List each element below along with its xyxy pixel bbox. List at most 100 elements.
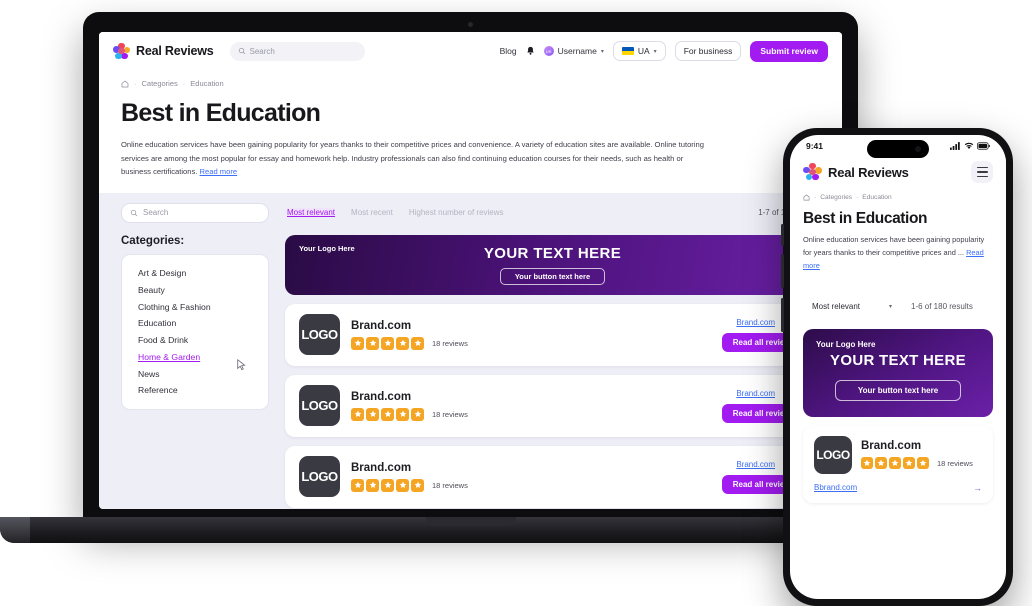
- sort-tab-most-relevant[interactable]: Most relevant: [287, 208, 336, 218]
- breadcrumb-item-education[interactable]: Education: [190, 79, 223, 88]
- promo-banner[interactable]: Your Logo Here YOUR TEXT HERE Your butto…: [285, 234, 820, 295]
- submit-review-label: Submit review: [760, 46, 818, 56]
- promo-banner-button[interactable]: Your button text here: [834, 380, 962, 402]
- table-row[interactable]: LOGO Brand.com 18 reviews Brand.com Read…: [285, 303, 820, 366]
- for-business-label: For business: [683, 46, 733, 56]
- promo-banner-button[interactable]: Your button text here: [499, 267, 606, 285]
- header-search-input[interactable]: Search: [229, 41, 365, 61]
- promo-banner-headline: YOUR TEXT HERE: [483, 244, 622, 262]
- brand-info: Brand.com 18 reviews: [351, 320, 468, 350]
- breadcrumb-separator: ·: [856, 194, 859, 201]
- rating-stars: 18 reviews: [351, 336, 468, 350]
- brand-website-link[interactable]: Brand.com: [736, 460, 775, 469]
- phone-mockup: 9:41 Real Reviews · Categories · Educati…: [781, 128, 1013, 606]
- breadcrumb-item-categories[interactable]: Categories: [820, 194, 852, 201]
- phone-volume-up-button[interactable]: [781, 224, 784, 246]
- desktop-body: Categories: Art & Design Beauty Clothing…: [99, 223, 842, 508]
- header-search-placeholder: Search: [249, 46, 275, 56]
- brand-name-label: Brand.com: [351, 319, 412, 332]
- for-business-button[interactable]: For business: [674, 41, 742, 61]
- star-icon: [903, 457, 915, 470]
- phone-volume-down-button[interactable]: [781, 254, 784, 288]
- breadcrumb: · Categories · Education: [790, 187, 1006, 201]
- promo-banner-logo-text: Your Logo Here: [299, 243, 355, 253]
- category-item-beauty[interactable]: Beauty: [122, 281, 268, 298]
- header-actions: Blog UR Username ▾ UA ▾ For business Sub…: [500, 40, 828, 62]
- home-icon[interactable]: [121, 80, 129, 88]
- category-item-art-design[interactable]: Art & Design: [122, 265, 268, 282]
- review-count: 18 reviews: [937, 458, 973, 468]
- star-icon: [396, 336, 409, 350]
- chevron-down-icon: ▾: [600, 48, 604, 55]
- arrow-right-icon[interactable]: →: [973, 483, 982, 493]
- list-item[interactable]: LOGO Brand.com 18 reviews Bbrand.com →: [803, 425, 993, 503]
- brand-logo-tile: LOGO: [299, 456, 340, 498]
- brand-info: Brand.com 18 reviews: [351, 391, 468, 421]
- page-title: Best in Education: [790, 201, 1006, 228]
- breadcrumb-item-education[interactable]: Education: [862, 194, 891, 201]
- promo-banner-logo-text: Your Logo Here: [816, 339, 876, 349]
- brand-logo-tile: LOGO: [299, 314, 340, 356]
- user-menu[interactable]: UR Username ▾: [543, 46, 604, 56]
- brand-website-link[interactable]: Brand.com: [736, 389, 775, 398]
- brand-logo[interactable]: Real Reviews: [803, 162, 909, 182]
- table-row[interactable]: LOGO Brand.com 18 reviews Brand.com Read…: [285, 445, 820, 508]
- desktop-page: Real Reviews Search Blog UR Username ▾ U…: [99, 32, 842, 509]
- breadcrumb-item-categories[interactable]: Categories: [142, 79, 178, 88]
- device-mockup-scene: Real Reviews Search Blog UR Username ▾ U…: [0, 0, 1032, 606]
- sort-select[interactable]: Most relevant ▾: [803, 295, 901, 318]
- language-selector[interactable]: UA ▾: [612, 41, 666, 61]
- hamburger-menu-icon[interactable]: [971, 161, 993, 183]
- category-item-home-garden[interactable]: Home & Garden: [122, 348, 268, 371]
- table-row[interactable]: LOGO Brand.com 18 reviews Brand.com Read…: [285, 374, 820, 437]
- sort-tab-highest-reviews[interactable]: Highest number of reviews: [409, 208, 504, 217]
- phone-silent-switch[interactable]: [781, 298, 784, 332]
- home-icon[interactable]: [803, 194, 810, 201]
- review-count: 18 reviews: [432, 338, 468, 348]
- breadcrumb: · Categories · Education: [121, 79, 820, 88]
- desktop-main-column: Your Logo Here YOUR TEXT HERE Your butto…: [285, 234, 820, 508]
- search-icon: [130, 209, 138, 216]
- star-icon: [861, 457, 873, 470]
- promo-banner-headline: YOUR TEXT HERE: [830, 352, 966, 370]
- username-label: Username: [557, 46, 597, 56]
- brand-website-link[interactable]: Bbrand.com: [814, 483, 857, 492]
- category-item-home-garden-label: Home & Garden: [138, 351, 201, 362]
- filter-bar: Most relevant ▾ 1-6 of 180 results: [790, 285, 1006, 318]
- avatar: UR: [543, 46, 554, 56]
- star-icon: [381, 478, 394, 492]
- laptop-base-notch: [425, 517, 516, 526]
- star-icon: [875, 457, 887, 470]
- category-item-clothing-fashion[interactable]: Clothing & Fashion: [122, 298, 268, 315]
- breadcrumb-separator: ·: [134, 79, 137, 88]
- star-icon: [917, 457, 929, 470]
- promo-banner[interactable]: Your Logo Here YOUR TEXT HERE Your butto…: [803, 328, 993, 417]
- star-icon: [351, 336, 364, 350]
- nav-blog-link[interactable]: Blog: [500, 46, 517, 56]
- read-more-link[interactable]: Read more: [200, 167, 238, 176]
- brand-website-link[interactable]: Brand.com: [736, 318, 775, 327]
- filter-search-input[interactable]: Search: [121, 202, 269, 223]
- category-item-education[interactable]: Education: [122, 315, 268, 332]
- bell-icon[interactable]: [526, 46, 535, 56]
- star-icon: [889, 457, 901, 470]
- battery-icon: [977, 142, 990, 150]
- star-icon: [396, 478, 409, 492]
- desktop-header: Real Reviews Search Blog UR Username ▾ U…: [99, 32, 842, 70]
- filter-search-placeholder: Search: [143, 208, 169, 218]
- filter-bar: Search Most relevant Most recent Highest…: [99, 193, 842, 223]
- webcam-icon: [468, 22, 473, 27]
- category-item-news[interactable]: News: [122, 365, 268, 382]
- submit-review-button[interactable]: Submit review: [750, 40, 828, 62]
- star-icon: [366, 407, 379, 421]
- sort-tab-most-recent[interactable]: Most recent: [351, 208, 393, 217]
- brand-logo[interactable]: Real Reviews: [113, 42, 214, 60]
- category-item-food-drink[interactable]: Food & Drink: [122, 332, 268, 349]
- rating-stars: 18 reviews: [861, 457, 973, 470]
- star-icon: [366, 336, 379, 350]
- dynamic-island: [867, 140, 929, 158]
- phone-header: Real Reviews: [790, 157, 1006, 187]
- laptop-foot: [0, 517, 30, 543]
- star-icon: [396, 407, 409, 421]
- category-item-reference[interactable]: Reference: [122, 382, 268, 399]
